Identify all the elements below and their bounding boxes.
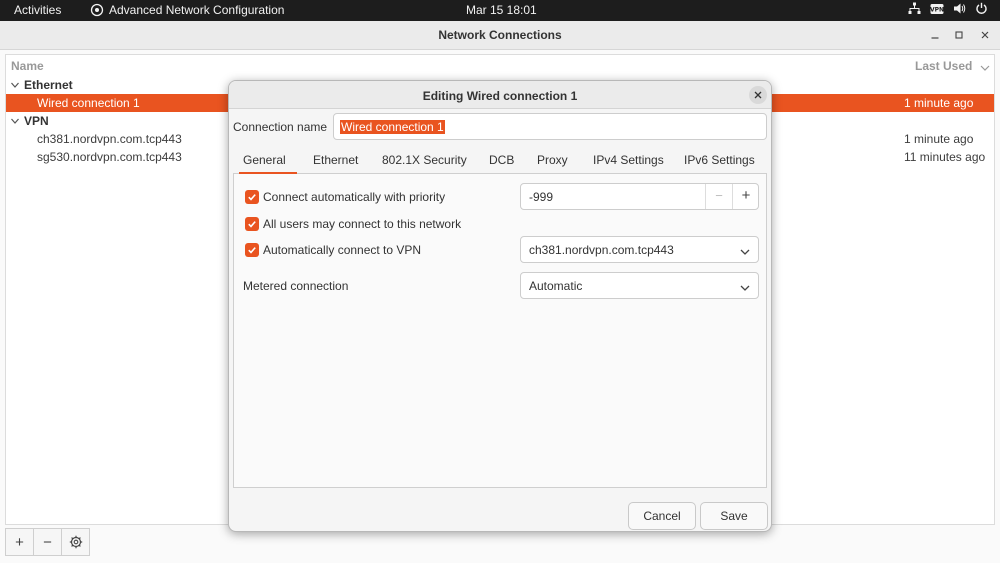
svg-text:VPN: VPN xyxy=(930,6,944,13)
activities-button[interactable]: Activities xyxy=(14,3,61,17)
edit-connection-dialog: Editing Wired connection 1 Connection na… xyxy=(228,80,772,532)
add-connection-button[interactable]: + xyxy=(5,528,34,556)
auto-connect-label: Connect automatically with priority xyxy=(263,190,446,204)
tab-8021x-security[interactable]: 802.1X Security xyxy=(372,146,479,174)
connection-last-used: 1 minute ago xyxy=(904,132,974,146)
tab-dcb[interactable]: DCB xyxy=(479,146,527,174)
dialog-close-button[interactable] xyxy=(749,86,767,104)
tab-proxy[interactable]: Proxy xyxy=(527,146,583,174)
vpn-selected-value: ch381.nordvpn.com.tcp443 xyxy=(529,243,674,257)
all-users-label: All users may connect to this network xyxy=(263,217,462,231)
checkbox-checked-icon xyxy=(245,217,259,231)
vpn-icon: VPN xyxy=(930,3,944,15)
connection-name: Wired connection 1 xyxy=(37,96,140,110)
window-titlebar[interactable]: Network Connections xyxy=(0,21,1000,50)
minus-icon: − xyxy=(43,533,52,551)
plus-icon: + xyxy=(15,533,24,551)
network-icon xyxy=(908,2,921,15)
auto-connect-checkbox[interactable]: Connect automatically with priority xyxy=(245,190,445,204)
tab-ipv6-settings[interactable]: IPv6 Settings xyxy=(674,146,767,174)
connection-last-used: 1 minute ago xyxy=(904,96,974,110)
connection-name-input[interactable]: Wired connection 1 xyxy=(333,113,767,140)
checkbox-checked-icon xyxy=(245,190,259,204)
column-header-name[interactable]: Name xyxy=(11,59,44,73)
system-tray[interactable]: VPN xyxy=(908,2,988,15)
window-title: Network Connections xyxy=(438,28,562,42)
checkbox-checked-icon xyxy=(245,243,259,257)
decrement-button[interactable]: − xyxy=(705,184,732,209)
dialog-title: Editing Wired connection 1 xyxy=(422,89,578,103)
list-toolbar: + − xyxy=(5,528,90,558)
maximize-icon xyxy=(955,31,963,39)
network-settings-icon xyxy=(90,3,104,17)
power-icon xyxy=(975,2,988,15)
minimize-icon xyxy=(931,37,939,39)
priority-value: -999 xyxy=(529,190,554,204)
maximize-button[interactable] xyxy=(950,26,968,44)
metered-selected-value: Automatic xyxy=(529,279,583,293)
top-bar: Activities Advanced Network Configuratio… xyxy=(0,0,1000,21)
close-icon xyxy=(754,91,762,99)
group-label: Ethernet xyxy=(24,78,73,92)
chevron-down-icon xyxy=(740,281,750,295)
metered-label: Metered connection xyxy=(243,279,349,293)
priority-spinbutton[interactable]: -999 − + xyxy=(520,183,759,210)
edit-connection-button[interactable] xyxy=(61,528,90,556)
connection-name-value: Wired connection 1 xyxy=(340,120,445,134)
clock[interactable]: Mar 15 18:01 xyxy=(466,3,537,17)
dialog-tabs: General Ethernet 802.1X Security DCB Pro… xyxy=(233,146,767,175)
gear-icon xyxy=(69,535,82,549)
group-vpn[interactable]: VPN xyxy=(10,114,49,128)
connection-name: ch381.nordvpn.com.tcp443 xyxy=(37,132,182,146)
save-button[interactable]: Save xyxy=(700,502,768,530)
volume-icon xyxy=(953,2,966,15)
group-label: VPN xyxy=(24,114,49,128)
minimize-button[interactable] xyxy=(926,26,944,44)
auto-vpn-checkbox[interactable]: Automatically connect to VPN xyxy=(245,243,421,257)
group-ethernet[interactable]: Ethernet xyxy=(10,78,73,92)
connection-name: sg530.nordvpn.com.tcp443 xyxy=(37,150,182,164)
expander-icon xyxy=(11,118,19,124)
column-header-last-used[interactable]: Last Used xyxy=(915,59,972,73)
remove-connection-button[interactable]: − xyxy=(33,528,62,556)
tab-general[interactable]: General xyxy=(233,146,303,175)
tab-ipv4-settings[interactable]: IPv4 Settings xyxy=(583,146,674,174)
auto-vpn-label: Automatically connect to VPN xyxy=(263,243,422,257)
cancel-button[interactable]: Cancel xyxy=(628,502,696,530)
increment-button[interactable]: + xyxy=(732,184,759,209)
connection-last-used: 11 minutes ago xyxy=(904,150,986,164)
general-tab-panel: Connect automatically with priority -999… xyxy=(233,174,767,488)
dialog-titlebar[interactable]: Editing Wired connection 1 xyxy=(229,81,771,109)
close-window-button[interactable] xyxy=(976,26,994,44)
close-icon xyxy=(981,31,989,39)
chevron-down-icon xyxy=(740,245,750,259)
all-users-checkbox[interactable]: All users may connect to this network xyxy=(245,217,461,231)
app-name: Advanced Network Configuration xyxy=(109,3,285,17)
sort-chevron-icon xyxy=(980,61,990,75)
expander-icon xyxy=(11,82,19,88)
connection-name-label: Connection name xyxy=(233,120,328,134)
app-menu[interactable]: Advanced Network Configuration xyxy=(90,3,284,17)
tab-ethernet[interactable]: Ethernet xyxy=(303,146,372,174)
metered-dropdown[interactable]: Automatic xyxy=(520,272,759,299)
vpn-dropdown[interactable]: ch381.nordvpn.com.tcp443 xyxy=(520,236,759,263)
